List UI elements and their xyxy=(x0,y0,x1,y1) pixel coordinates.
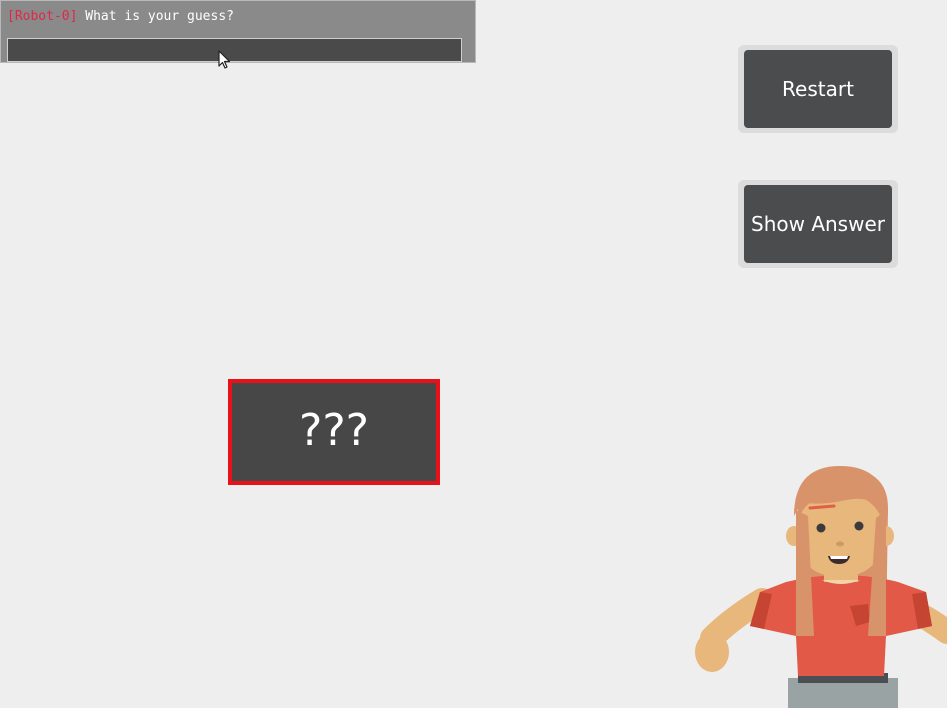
prompt-question: What is your guess? xyxy=(85,9,234,24)
restart-button-frame: Restart xyxy=(738,45,898,133)
mystery-card: ??? xyxy=(228,379,440,485)
girl-character-illustration xyxy=(695,466,947,708)
mystery-card-text: ??? xyxy=(298,404,370,456)
show-answer-button[interactable]: Show Answer xyxy=(744,185,892,263)
prompt-speaker: [Robot-0] xyxy=(7,9,78,24)
mouse-pointer-icon xyxy=(218,50,231,69)
restart-button[interactable]: Restart xyxy=(744,50,892,128)
prompt-box: [Robot-0] What is your guess? xyxy=(0,0,476,63)
show-answer-button-frame: Show Answer xyxy=(738,180,898,268)
prompt-line: [Robot-0] What is your guess? xyxy=(7,9,234,24)
guess-input[interactable] xyxy=(7,38,462,62)
